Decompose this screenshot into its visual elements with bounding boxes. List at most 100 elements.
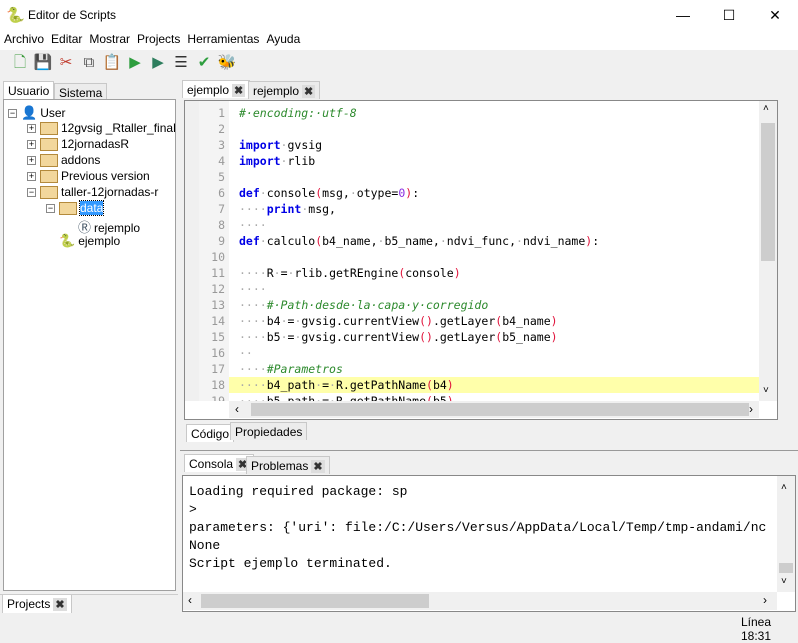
menu-ayuda[interactable]: Ayuda	[262, 30, 303, 46]
code-token: )	[550, 314, 558, 328]
expander-icon[interactable]: +	[27, 140, 36, 150]
code-token: import	[239, 138, 281, 152]
run-save-icon[interactable]: ▶	[148, 53, 168, 73]
code-line[interactable]: ····b4·=·gvsig.currentView().getLayer(b4…	[239, 314, 558, 328]
code-line[interactable]: ····b5_path·=·R.getPathName(b5)	[239, 394, 454, 401]
tab-problemas[interactable]: Problemas ✖	[246, 456, 330, 474]
tree-item-12jornadasr[interactable]: +12jornadasR	[27, 137, 129, 152]
run-icon[interactable]: ▶	[125, 53, 145, 73]
new-script-icon[interactable]: 🗋	[10, 53, 30, 73]
close-icon[interactable]: ✖	[302, 85, 316, 98]
code-line[interactable]: def·console(msg,·otype=0):	[239, 186, 419, 200]
tree-item-taller-12jornadas-r[interactable]: − taller-12jornadas-r	[27, 185, 159, 200]
code-editor[interactable]: 1 #·encoding:·utf-8 2 3 import·gvsig 4 import·…	[184, 100, 778, 420]
tree-item-ejemplo[interactable]: 🐍 ejemplo	[46, 233, 120, 249]
console-output[interactable]: Loading required package: sp > parameters:…	[183, 476, 777, 592]
code-line[interactable]: ··	[239, 346, 253, 360]
tree-item-12gvsig-rtaller-final[interactable]: +12gvsig _Rtaller_final	[27, 121, 176, 136]
code-line[interactable]: ····b5·=·gvsig.currentView().getLayer(b5…	[239, 330, 558, 344]
code-token: msg,	[322, 186, 350, 200]
check-icon[interactable]: ✔	[194, 53, 214, 73]
horizontal-scrollbar[interactable]: ‹ ›	[229, 401, 759, 418]
expander-icon[interactable]: +	[27, 172, 36, 182]
tab-usuario[interactable]: Usuario	[3, 81, 55, 99]
scroll-left-icon[interactable]: ‹	[235, 402, 239, 416]
code-area[interactable]: 1 #·encoding:·utf-8 2 3 import·gvsig 4 import·…	[185, 101, 759, 401]
tab-projects[interactable]: Projects ✖	[2, 595, 72, 613]
menu-archivo[interactable]: Archivo	[0, 30, 47, 46]
scroll-right-icon[interactable]: ›	[763, 593, 767, 607]
code-token: ·	[280, 330, 288, 344]
tree-label: ejemplo	[78, 234, 121, 248]
code-token: R.getPathName	[335, 394, 426, 401]
tab-ejemplo[interactable]: ejemplo ✖	[182, 80, 251, 98]
code-line[interactable]: import·gvsig	[239, 138, 322, 152]
code-token: R	[266, 266, 274, 280]
vertical-scrollbar[interactable]: ˄ ˅	[759, 101, 777, 401]
scroll-down-icon[interactable]: ˅	[781, 576, 787, 587]
code-line[interactable]: #·encoding:·utf-8	[239, 106, 357, 120]
close-icon[interactable]: ✖	[232, 84, 246, 97]
tab-consola[interactable]: Consola ✖	[184, 454, 255, 472]
code-token: =	[322, 378, 330, 392]
save-icon[interactable]: 💾	[33, 53, 53, 73]
splitter[interactable]	[180, 450, 798, 452]
scroll-left-icon[interactable]: ‹	[188, 593, 192, 607]
scroll-thumb[interactable]	[251, 403, 749, 416]
code-token: ·	[349, 186, 357, 200]
code-token: #·Path·desde·la·capa·y·corregido	[266, 298, 489, 312]
menu-editar[interactable]: Editar	[47, 30, 85, 46]
code-line[interactable]: ····#Parametros	[239, 362, 343, 376]
scroll-thumb[interactable]	[779, 563, 793, 573]
code-line[interactable]: ····R·=·rlib.getREngine(console)	[239, 266, 461, 280]
menu-herramientas[interactable]: Herramientas	[183, 30, 262, 46]
code-line[interactable]: import·rlib	[239, 154, 315, 168]
code-line[interactable]: def·calculo(b4_name,·b5_name,·ndvi_func,…	[239, 234, 599, 248]
scroll-right-icon[interactable]: ›	[749, 402, 753, 416]
tree-label: taller-12jornadas-r	[61, 185, 159, 199]
menu-mostrar[interactable]: Mostrar	[85, 30, 133, 46]
code-token: ····	[239, 218, 267, 232]
code-line[interactable]: ····print·msg,	[239, 202, 336, 216]
menu-projects[interactable]: Projects	[133, 30, 183, 46]
tree-item-previous-version[interactable]: + Previous version	[27, 169, 150, 184]
vertical-scrollbar[interactable]: ˄ ˅	[777, 476, 795, 592]
horizontal-scrollbar[interactable]: ‹ ›	[183, 592, 777, 610]
expander-icon[interactable]: −	[46, 204, 55, 214]
tab-rejemplo[interactable]: rejemplo ✖	[248, 81, 321, 99]
code-line[interactable]: ····#·Path·desde·la·capa·y·corregido	[239, 298, 488, 312]
tree-item-user[interactable]: − 👤 User	[8, 105, 66, 121]
debug-bug-icon[interactable]: 🐝	[217, 53, 237, 73]
code-line[interactable]: ····	[239, 218, 267, 232]
close-button[interactable]: ✕	[752, 0, 798, 30]
python-icon: 🐍	[59, 233, 76, 248]
code-token: :	[412, 186, 420, 200]
properties-icon[interactable]: ☰	[171, 53, 191, 73]
paste-icon[interactable]: 📋	[102, 53, 122, 73]
scroll-thumb[interactable]	[201, 594, 429, 608]
tree-item-addons[interactable]: + addons	[27, 153, 100, 168]
tab-codigo[interactable]: Código	[186, 424, 235, 442]
maximize-button[interactable]: ☐	[706, 0, 752, 30]
expander-icon[interactable]: −	[27, 188, 36, 198]
code-token: msg,	[308, 202, 336, 216]
cut-icon[interactable]: ✂	[56, 53, 76, 73]
code-line[interactable]: ····b4_path·=·R.getPathName(b4)	[239, 378, 454, 392]
line-number: 16	[211, 346, 225, 360]
expander-icon[interactable]: +	[27, 156, 36, 166]
scroll-down-icon[interactable]: ˅	[763, 385, 769, 396]
minimize-button[interactable]: —	[660, 0, 706, 30]
close-icon[interactable]: ✖	[53, 598, 67, 611]
tab-propiedades[interactable]: Propiedades	[230, 422, 308, 440]
console-panel[interactable]: Loading required package: sp > parameters:…	[182, 475, 796, 612]
code-line[interactable]: ····	[239, 282, 267, 296]
expander-icon[interactable]: −	[8, 109, 17, 119]
tree-item-data[interactable]: − data	[46, 200, 105, 216]
scroll-up-icon[interactable]: ˄	[781, 482, 787, 493]
scroll-up-icon[interactable]: ˄	[763, 103, 769, 114]
copy-icon[interactable]: ⧉	[79, 53, 99, 73]
folder-open-icon	[40, 186, 58, 200]
close-icon[interactable]: ✖	[311, 460, 325, 473]
expander-icon[interactable]: +	[27, 124, 36, 134]
scroll-thumb[interactable]	[761, 123, 775, 261]
